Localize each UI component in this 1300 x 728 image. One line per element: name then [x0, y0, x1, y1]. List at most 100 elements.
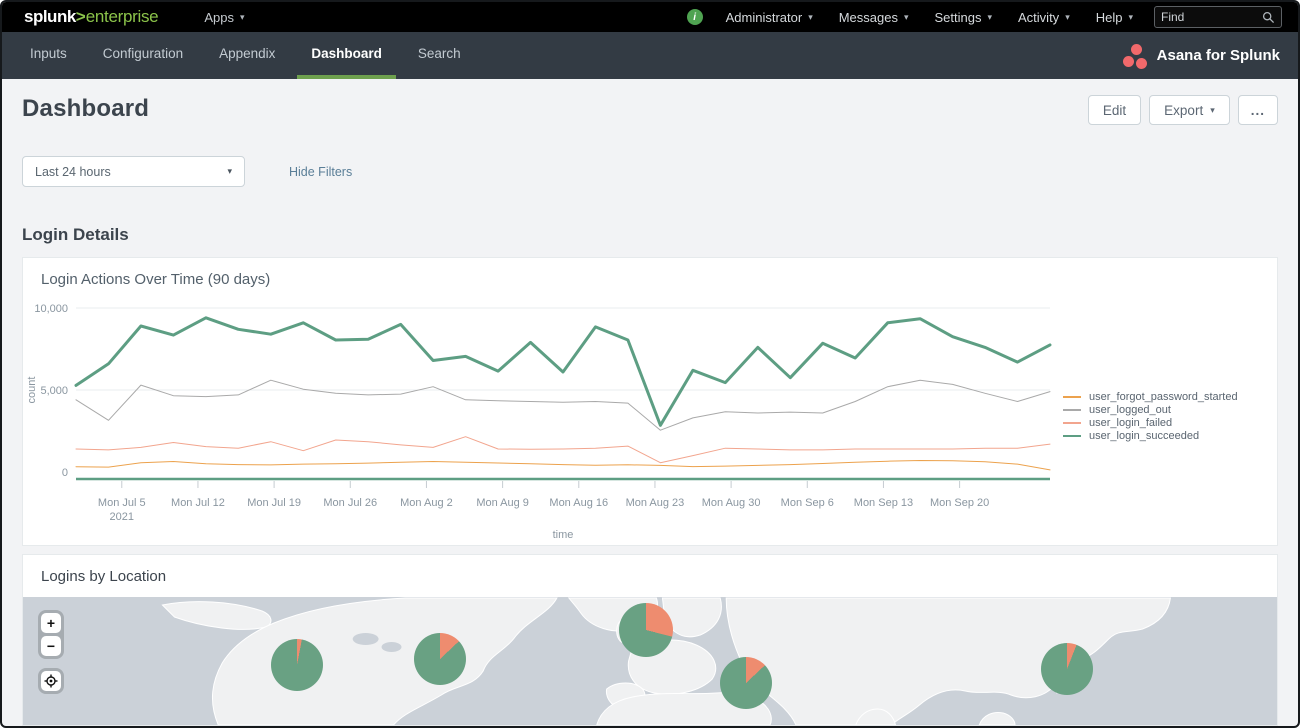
filter-row: Last 24 hours ▾ Hide Filters [22, 156, 1278, 187]
zoom-in-button[interactable]: + [41, 613, 61, 633]
page-actions: Edit Export ▾ ... [1088, 95, 1278, 125]
svg-text:Mon Jul 19: Mon Jul 19 [247, 497, 301, 509]
top-nav-bar: splunk > enterprise Apps ▾ i Administrat… [2, 2, 1298, 32]
legend-item-user_login_succeeded[interactable]: user_login_succeeded [1063, 429, 1263, 442]
chevron-down-icon: ▾ [240, 12, 245, 23]
topnav-menu-messages[interactable]: Messages ▾ [826, 2, 922, 32]
page-title: Dashboard [22, 95, 149, 123]
svg-text:Mon Aug 23: Mon Aug 23 [626, 497, 685, 509]
topnav-menu-administrator[interactable]: Administrator ▾ [713, 2, 826, 32]
location-pie-5[interactable] [1041, 643, 1093, 695]
location-pie-4[interactable] [720, 657, 772, 709]
chart-legend: user_forgot_password_starteduser_logged_… [1063, 390, 1263, 539]
chevron-down-icon: ▾ [1128, 12, 1133, 23]
logo-splunk-text: splunk [24, 7, 76, 27]
svg-text:Mon Aug 16: Mon Aug 16 [549, 497, 608, 509]
svg-text:Mon Aug 30: Mon Aug 30 [702, 497, 761, 509]
tab-dashboard[interactable]: Dashboard [297, 32, 396, 79]
time-range-value: Last 24 hours [35, 165, 111, 179]
app-nav-bar: InputsConfigurationAppendixDashboardSear… [2, 32, 1298, 79]
world-map[interactable]: + − [23, 597, 1277, 725]
legend-label: user_forgot_password_started [1089, 391, 1238, 403]
splunk-window: splunk > enterprise Apps ▾ i Administrat… [0, 0, 1300, 728]
svg-text:10,000: 10,000 [34, 303, 68, 315]
legend-label: user_login_succeeded [1089, 430, 1199, 442]
svg-text:count: count [26, 377, 38, 404]
tab-search[interactable]: Search [404, 32, 475, 79]
export-button-label: Export [1164, 103, 1203, 118]
info-icon[interactable]: i [687, 9, 703, 25]
svg-text:Mon Jul 12: Mon Jul 12 [171, 497, 225, 509]
locate-control [38, 668, 64, 694]
chevron-down-icon: ▾ [227, 166, 232, 177]
svg-text:Mon Jul 26: Mon Jul 26 [323, 497, 377, 509]
svg-text:time: time [553, 529, 574, 539]
tab-appendix[interactable]: Appendix [205, 32, 289, 79]
legend-label: user_login_failed [1089, 417, 1172, 429]
location-pie-1[interactable] [271, 639, 323, 691]
great-lake-2 [382, 642, 402, 652]
apps-menu-label: Apps [204, 10, 234, 25]
legend-label: user_logged_out [1089, 404, 1171, 416]
legend-swatch [1063, 396, 1081, 398]
location-pie-3[interactable] [619, 603, 673, 657]
app-tabs: InputsConfigurationAppendixDashboardSear… [12, 32, 479, 79]
land-se-asia [979, 713, 1015, 726]
tab-inputs[interactable]: Inputs [16, 32, 81, 79]
page-header: Dashboard Edit Export ▾ ... [22, 79, 1278, 125]
more-button-label: ... [1251, 103, 1265, 118]
chevron-down-icon: ▾ [1065, 12, 1070, 23]
more-actions-button[interactable]: ... [1238, 95, 1278, 125]
svg-text:Mon Aug 2: Mon Aug 2 [400, 497, 453, 509]
app-name: Asana for Splunk [1157, 47, 1280, 64]
chart-area: 05,00010,000Mon Jul 52021Mon Jul 12Mon J… [23, 294, 1277, 545]
topnav-menu-activity[interactable]: Activity ▾ [1005, 2, 1083, 32]
legend-swatch [1063, 409, 1081, 411]
logo-gt-symbol: > [76, 7, 86, 27]
locate-button[interactable] [41, 671, 61, 691]
login-actions-chart: 05,00010,000Mon Jul 52021Mon Jul 12Mon J… [23, 294, 1063, 539]
splunk-logo[interactable]: splunk > enterprise [24, 7, 158, 27]
svg-text:Mon Jul 5: Mon Jul 5 [98, 497, 146, 509]
apps-menu[interactable]: Apps ▾ [204, 10, 244, 25]
dashboard-main: Dashboard Edit Export ▾ ... Last 24 hour… [2, 79, 1298, 726]
legend-swatch [1063, 422, 1081, 424]
time-range-dropdown[interactable]: Last 24 hours ▾ [22, 156, 245, 187]
topnav-menus: Administrator▾Messages▾Settings▾Activity… [713, 2, 1146, 32]
export-button[interactable]: Export ▾ [1149, 95, 1230, 125]
menu-label: Administrator [726, 10, 803, 25]
topnav-menu-help[interactable]: Help▾ [1083, 2, 1146, 32]
find-search-box[interactable] [1154, 6, 1282, 28]
svg-text:0: 0 [62, 467, 68, 479]
legend-item-user_login_failed[interactable]: user_login_failed [1063, 416, 1263, 429]
chart-title: Login Actions Over Time (90 days) [23, 258, 1277, 294]
chevron-down-icon: ▾ [987, 12, 992, 23]
chevron-down-icon: ▾ [1210, 105, 1215, 116]
location-pie-2[interactable] [414, 633, 466, 685]
logo-enterprise-text: enterprise [86, 7, 159, 27]
menu-label: Activity [1018, 10, 1059, 25]
tab-configuration[interactable]: Configuration [89, 32, 197, 79]
zoom-control: + − [38, 610, 64, 659]
section-title-login-details: Login Details [22, 225, 1278, 245]
search-icon [1262, 11, 1275, 24]
asana-logo-icon [1121, 43, 1147, 69]
topnav-menu-settings[interactable]: Settings ▾ [922, 2, 1006, 32]
legend-item-user_forgot_password_started[interactable]: user_forgot_password_started [1063, 390, 1263, 403]
edit-button-label: Edit [1103, 103, 1126, 118]
chevron-down-icon: ▾ [808, 12, 813, 23]
login-actions-panel: Login Actions Over Time (90 days) 05,000… [22, 257, 1278, 546]
topnav-right: i Administrator▾Messages▾Settings▾Activi… [687, 2, 1288, 32]
hide-filters-link[interactable]: Hide Filters [289, 165, 352, 179]
menu-label: Settings [935, 10, 982, 25]
legend-item-user_logged_out[interactable]: user_logged_out [1063, 403, 1263, 416]
zoom-out-button[interactable]: − [41, 636, 61, 656]
find-input[interactable] [1161, 10, 1262, 24]
edit-button[interactable]: Edit [1088, 95, 1141, 125]
logins-by-location-panel: Logins by Location [22, 554, 1278, 726]
land-asia [726, 598, 1170, 725]
chevron-down-icon: ▾ [904, 12, 909, 23]
legend-swatch [1063, 435, 1081, 437]
menu-label: Messages [839, 10, 898, 25]
crosshair-icon [44, 674, 58, 688]
